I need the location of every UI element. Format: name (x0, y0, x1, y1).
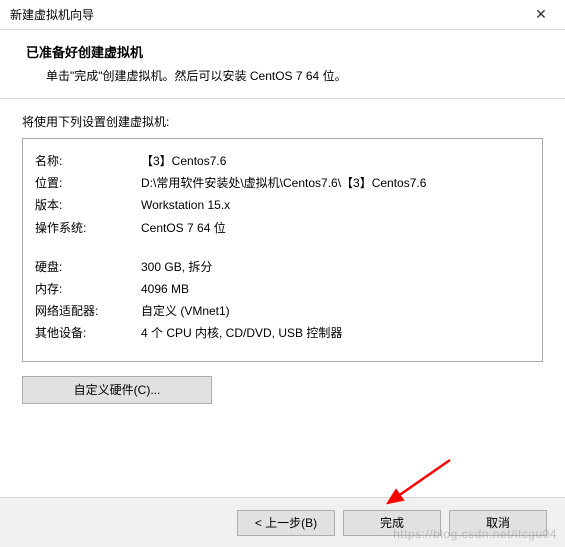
label-os: 操作系统: (35, 219, 141, 238)
summary-row: 版本:Workstation 15.x (35, 196, 530, 215)
summary-row: 网络适配器:自定义 (VMnet1) (35, 302, 530, 321)
value-location: D:\常用软件安装处\虚拟机\Centos7.6\【3】Centos7.6 (141, 174, 530, 193)
value-version: Workstation 15.x (141, 196, 530, 215)
label-location: 位置: (35, 174, 141, 193)
label-other: 其他设备: (35, 324, 141, 343)
value-os: CentOS 7 64 位 (141, 219, 530, 238)
label-memory: 内存: (35, 280, 141, 299)
value-network: 自定义 (VMnet1) (141, 302, 530, 321)
summary-caption: 将使用下列设置创建虚拟机: (22, 113, 543, 130)
label-name: 名称: (35, 152, 141, 171)
summary-row: 其他设备:4 个 CPU 内核, CD/DVD, USB 控制器 (35, 324, 530, 343)
summary-row: 硬盘:300 GB, 拆分 (35, 258, 530, 277)
summary-row: 内存:4096 MB (35, 280, 530, 299)
customize-hardware-button[interactable]: 自定义硬件(C)... (22, 376, 212, 404)
label-disk: 硬盘: (35, 258, 141, 277)
titlebar: 新建虚拟机向导 ✕ (0, 0, 565, 30)
summary-box: 名称:【3】Centos7.6 位置:D:\常用软件安装处\虚拟机\Centos… (22, 138, 543, 362)
header-subtitle: 单击"完成"创建虚拟机。然后可以安装 CentOS 7 64 位。 (20, 67, 545, 84)
value-name: 【3】Centos7.6 (141, 152, 530, 171)
close-icon: ✕ (535, 6, 547, 23)
summary-row: 操作系统:CentOS 7 64 位 (35, 219, 530, 238)
watermark: https://blog.csdn.net/itcgu04 (393, 527, 557, 541)
label-network: 网络适配器: (35, 302, 141, 321)
back-button[interactable]: < 上一步(B) (237, 510, 335, 536)
wizard-header: 已准备好创建虚拟机 单击"完成"创建虚拟机。然后可以安装 CentOS 7 64… (0, 30, 565, 99)
header-title: 已准备好创建虚拟机 (20, 42, 545, 61)
label-version: 版本: (35, 196, 141, 215)
window-title: 新建虚拟机向导 (10, 6, 94, 23)
value-memory: 4096 MB (141, 280, 530, 299)
summary-row: 名称:【3】Centos7.6 (35, 152, 530, 171)
content-area: 将使用下列设置创建虚拟机: 名称:【3】Centos7.6 位置:D:\常用软件… (0, 99, 565, 418)
summary-row: 位置:D:\常用软件安装处\虚拟机\Centos7.6\【3】Centos7.6 (35, 174, 530, 193)
close-button[interactable]: ✕ (521, 1, 561, 29)
value-disk: 300 GB, 拆分 (141, 258, 530, 277)
value-other: 4 个 CPU 内核, CD/DVD, USB 控制器 (141, 324, 530, 343)
